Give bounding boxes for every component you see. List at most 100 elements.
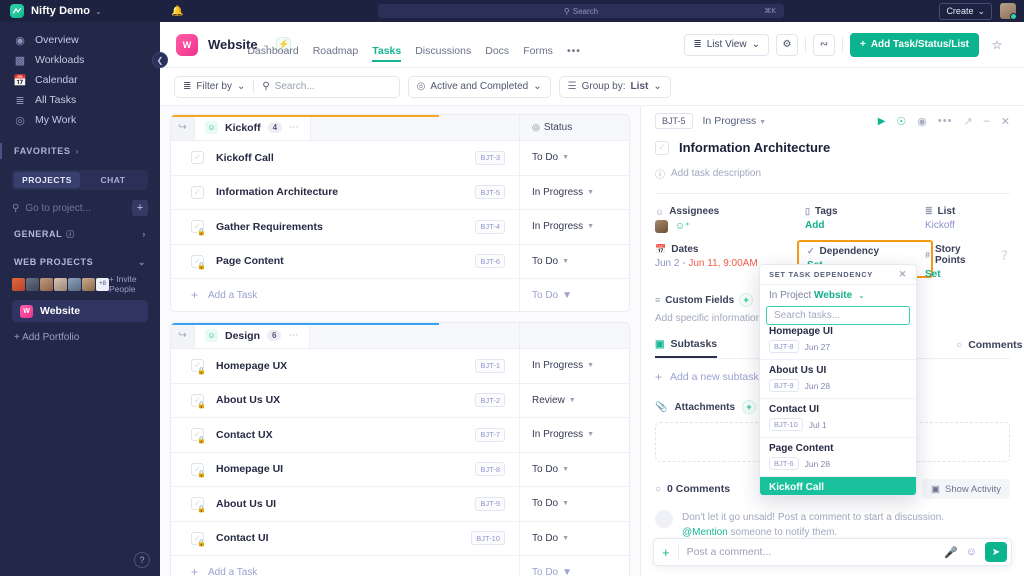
sidebar-collapse-button[interactable]: ❮ (152, 52, 168, 68)
sidebar-project-website[interactable]: W Website (12, 300, 148, 322)
list-item[interactable]: Page Content BJT-6 Jun 28 (760, 438, 916, 477)
sidebar-item-calendar[interactable]: 📅 Calendar (0, 70, 160, 90)
task-description-field[interactable]: ⓘ Add task description (655, 166, 1010, 181)
task-status[interactable]: To Do ▼ (519, 141, 629, 175)
sidebar-item-my-work[interactable]: ◎ My Work (0, 110, 160, 130)
task-status[interactable]: In Progress ▼ (519, 176, 629, 210)
table-row[interactable]: ✓ 🔒 Page Content BJT-6 To Do ▼ (171, 245, 629, 280)
close-icon[interactable]: ✕ (1001, 115, 1010, 128)
status-filter-button[interactable]: ◎ Active and Completed ⌄ (408, 76, 551, 98)
group-title-tab[interactable]: ☺ Kickoff 4 ⋯ (195, 115, 311, 140)
group-more-button[interactable]: ⋯ (288, 330, 299, 341)
star-icon[interactable]: ☆ (986, 34, 1008, 56)
table-row[interactable]: ✓ 🔒 Contact UI BJT-10 To Do ▼ (171, 522, 629, 557)
sidebar-item-overview[interactable]: ◉ Overview (0, 30, 160, 50)
mic-icon[interactable]: 🎤 (944, 546, 958, 559)
tab-discussions[interactable]: Discussions (415, 45, 471, 62)
bell-icon[interactable]: 🔔 (171, 6, 183, 17)
sidebar-item-workloads[interactable]: ▩ Workloads (0, 50, 160, 70)
question-icon[interactable]: ? (134, 552, 150, 568)
expand-icon[interactable]: ↗ (963, 115, 972, 128)
tab-docs[interactable]: Docs (485, 45, 509, 62)
task-status[interactable]: In Progress ▼ (519, 418, 629, 452)
task-status[interactable]: In Progress ▼ (519, 349, 629, 383)
avatar-stack[interactable]: +8 (12, 278, 109, 291)
tab-tasks[interactable]: Tasks (372, 45, 401, 62)
tab-roadmap[interactable]: Roadmap (313, 45, 359, 62)
popup-project-selector[interactable]: In Project Website ⌄ (760, 285, 916, 304)
task-checkbox[interactable]: ✓ (191, 186, 204, 199)
add-task-row[interactable]: + Add a Task To Do ▼ (171, 556, 629, 576)
list-search-input[interactable]: Search... (275, 81, 391, 92)
task-checkbox[interactable]: ✓ (191, 151, 204, 164)
workspace-name[interactable]: Nifty Demo (31, 5, 90, 17)
tab-forms[interactable]: Forms (523, 45, 553, 62)
task-status[interactable]: To Do ▼ (519, 245, 629, 279)
add-attachment-button[interactable]: + (742, 400, 756, 414)
task-status[interactable]: To Do ▼ (519, 487, 629, 521)
sidebar-favorites[interactable]: FAVORITES › (0, 142, 160, 160)
tab-more-button[interactable]: ••• (567, 45, 581, 62)
task-checkbox[interactable]: ✓ (655, 141, 669, 155)
dependency-search-input[interactable]: Search tasks... (766, 306, 910, 325)
add-task-row[interactable]: + Add a Task To Do ▼ (171, 279, 629, 311)
add-custom-field-button[interactable]: + (739, 293, 753, 307)
tab-subtasks[interactable]: ▣ Subtasks (655, 338, 717, 358)
chevron-down-icon[interactable]: ⌄ (95, 7, 102, 16)
filter-by-button[interactable]: ≣ Filter by ⌄ ⚲ Search... (174, 76, 400, 98)
detail-task-title[interactable]: Information Architecture (679, 140, 830, 155)
create-button[interactable]: Create ⌄ (939, 3, 992, 20)
table-row[interactable]: ✓ 🔒 About Us UI BJT-9 To Do ▼ (171, 487, 629, 522)
set-story-points-button[interactable]: Set (925, 269, 1010, 280)
send-button[interactable]: ➤ (985, 542, 1007, 562)
table-row[interactable]: ✓ 🔒 Homepage UX BJT-1 In Progress ▼ (171, 349, 629, 384)
view-selector-button[interactable]: ≣ List View ⌄ (684, 34, 769, 56)
gear-icon[interactable]: ⚙ (776, 34, 798, 56)
table-row[interactable]: ✓ 🔒 About Us UX BJT-2 Review ▼ (171, 384, 629, 419)
add-portfolio-button[interactable]: + Add Portfolio (14, 332, 146, 343)
global-search-input[interactable]: ⚲ Search ⌘K (378, 4, 784, 18)
list-item-selected[interactable]: Kickoff Call BJT-3 Jun 1 (760, 477, 916, 495)
add-attachment-button[interactable]: + (662, 545, 670, 560)
task-status[interactable]: In Progress ▼ (519, 210, 629, 244)
segment-projects[interactable]: PROJECTS (14, 172, 80, 188)
group-title-tab[interactable]: ☺ Design 6 ⋯ (195, 323, 310, 348)
table-row[interactable]: ✓ Information Architecture BJT-5 In Prog… (171, 176, 629, 211)
table-row[interactable]: ✓ 🔒 Homepage UI BJT-8 To Do ▼ (171, 453, 629, 488)
task-status[interactable]: To Do ▼ (519, 522, 629, 556)
list-item[interactable]: Homepage UI BJT-8 Jun 27 (760, 325, 916, 360)
task-status[interactable]: Review ▼ (519, 384, 629, 418)
bell-icon[interactable]: ☉ (896, 115, 906, 128)
invite-people-button[interactable]: + Invite People (109, 274, 148, 294)
minimize-button[interactable]: – (984, 115, 990, 127)
group-more-button[interactable]: ⋯ (289, 122, 300, 133)
task-status[interactable]: To Do ▼ (519, 453, 629, 487)
list-item[interactable]: Contact UI BJT-10 Jul 1 (760, 399, 916, 438)
group-by-button[interactable]: ☰ Group by: List ⌄ (559, 76, 671, 98)
table-row[interactable]: ✓ 🔒 Gather Requirements BJT-4 In Progres… (171, 210, 629, 245)
eye-icon[interactable]: ◉ (917, 115, 927, 128)
tab-dashboard[interactable]: Dashboard (247, 45, 298, 62)
play-icon[interactable]: ▶ (878, 116, 886, 127)
table-row[interactable]: ✓ 🔒 Contact UX BJT-7 In Progress ▼ (171, 418, 629, 453)
mention-link[interactable]: @Mention (682, 527, 728, 538)
task-status-dropdown[interactable]: In Progress ▼ (703, 115, 767, 127)
sidebar-group-web-projects[interactable]: WEB PROJECTS ⌄ (0, 252, 160, 272)
emoji-icon[interactable]: ☺ (966, 546, 977, 558)
comment-input[interactable]: Post a comment... (687, 546, 936, 558)
sidebar-item-all-tasks[interactable]: ≣ All Tasks (0, 90, 160, 110)
close-icon[interactable]: ✕ (899, 269, 907, 280)
add-task-status[interactable]: To Do ▼ (519, 279, 629, 311)
avatar[interactable] (1000, 3, 1016, 19)
share-icon[interactable]: ∾ (813, 34, 835, 56)
more-button[interactable]: ••• (938, 115, 953, 127)
group-collapse-button[interactable]: ↪ (171, 323, 195, 348)
add-project-button[interactable]: + (132, 200, 148, 216)
add-task-status-list-button[interactable]: + Add Task/Status/List (850, 33, 979, 57)
list-item[interactable]: About Us UI BJT-9 Jun 28 (760, 360, 916, 399)
table-row[interactable]: ✓ Kickoff Call BJT-3 To Do ▼ (171, 141, 629, 176)
tab-comments[interactable]: ○ Comments (956, 338, 1022, 358)
show-activity-button[interactable]: ▣ Show Activity (922, 479, 1010, 499)
add-assignee-button[interactable]: ☺⁺ (675, 221, 691, 232)
add-tag-button[interactable]: Add (805, 220, 925, 231)
